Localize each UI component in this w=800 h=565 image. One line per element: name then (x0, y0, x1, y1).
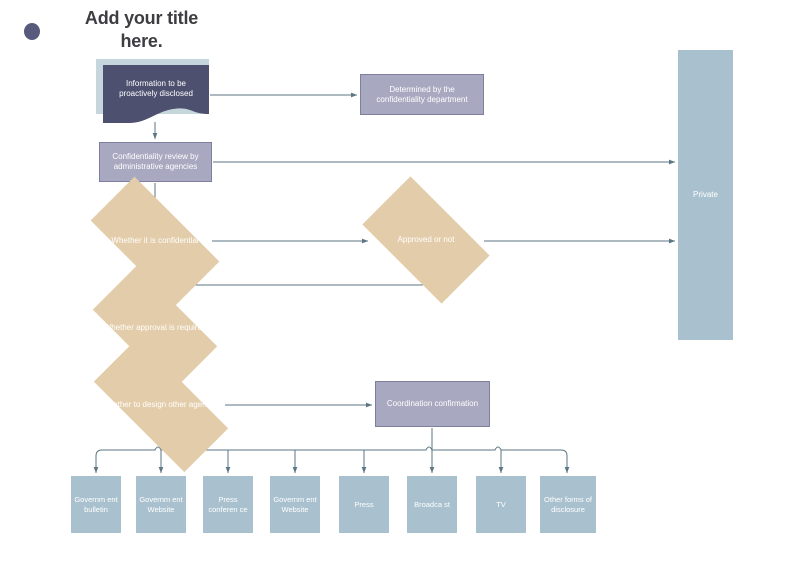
flowchart-canvas: Add your title here. Information to be p… (0, 0, 800, 565)
decision-whether-approval-required-label: Whether approval is required (103, 322, 207, 332)
output-label: Governm ent bulletin (74, 495, 118, 514)
output-label: TV (496, 499, 506, 509)
output-tv[interactable]: TV (476, 476, 526, 533)
output-press-conference[interactable]: Press conferen ce (203, 476, 253, 533)
decision-whether-approval-required[interactable]: Whether approval is required (92, 265, 218, 391)
node-determined-label: Determined by the confidentiality depart… (376, 84, 468, 104)
start-document-text: Information to be proactively disclosed (119, 79, 193, 98)
start-document-label: Information to be proactively disclosed (103, 69, 209, 109)
node-private[interactable]: Private (678, 50, 733, 340)
output-government-website-1[interactable]: Governm ent Website (136, 476, 186, 533)
output-other-forms[interactable]: Other forms of disclosure (540, 476, 596, 533)
node-coordination-label: Coordination confirmation (386, 399, 479, 408)
output-label: Other forms of disclosure (544, 495, 592, 514)
output-label: Governm ent Website (273, 495, 317, 514)
output-label: Broadca st (414, 499, 450, 509)
decision-whether-confidential[interactable]: Whether it is confidential (90, 176, 220, 306)
decision-whether-confidential-label: Whether it is confidential (111, 235, 199, 245)
output-press[interactable]: Press (339, 476, 389, 533)
node-review-label: Confidentiality review by administrative… (112, 152, 199, 171)
output-label: Governm ent Website (139, 495, 183, 514)
node-coordination-confirmation[interactable]: Coordination confirmation (375, 381, 490, 427)
circle-bullet-icon (24, 23, 40, 40)
output-government-website-2[interactable]: Governm ent Website (270, 476, 320, 533)
page-title: Add your title here. (84, 8, 199, 52)
output-government-bulletin[interactable]: Governm ent bulletin (71, 476, 121, 533)
decision-approved-or-not[interactable]: Approved or not (362, 176, 490, 304)
output-label: Press conferen ce (208, 495, 248, 514)
node-private-label: Private (693, 190, 718, 199)
output-broadcast[interactable]: Broadca st (407, 476, 457, 533)
decision-whether-design-other-agencies-label: Whether to design other agencies (101, 399, 221, 409)
decision-whether-design-other-agencies[interactable]: Whether to design other agencies (93, 337, 229, 473)
output-label: Press (354, 499, 374, 509)
decision-approved-or-not-label: Approved or not (397, 234, 455, 244)
node-confidentiality-review[interactable]: Confidentiality review by administrative… (99, 142, 212, 182)
node-determined-by-confidentiality-department[interactable]: Determined by the confidentiality depart… (360, 74, 484, 115)
